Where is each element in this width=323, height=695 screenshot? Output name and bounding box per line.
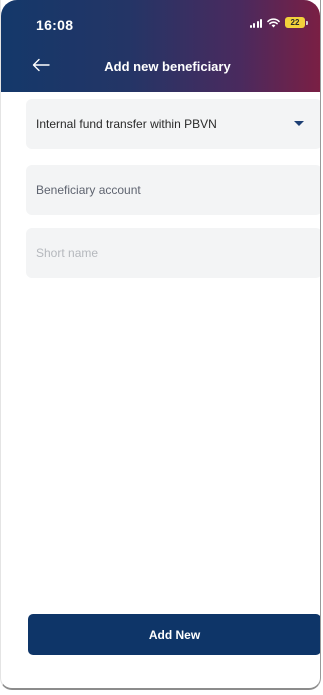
short-name-input[interactable]	[36, 246, 296, 260]
transfer-type-select[interactable]: Internal fund transfer within PBVN	[26, 99, 320, 149]
wifi-icon	[267, 17, 280, 27]
caret-down-icon	[294, 121, 304, 126]
status-time: 16:08	[36, 17, 74, 33]
battery-level: 22	[285, 17, 305, 28]
beneficiary-account-input[interactable]	[36, 183, 296, 197]
app-screen: 16:08 22 Add new beneficiary Internal fu…	[0, 0, 321, 690]
battery-icon: 22	[285, 17, 308, 28]
status-icons: 22	[249, 17, 308, 28]
app-header: 16:08 22 Add new beneficiary	[1, 0, 320, 92]
beneficiary-account-field	[26, 165, 320, 215]
short-name-field	[26, 228, 320, 278]
page-title: Add new beneficiary	[104, 59, 231, 74]
transfer-type-value: Internal fund transfer within PBVN	[36, 117, 217, 131]
signal-icon	[249, 18, 262, 28]
add-new-button[interactable]: Add New	[28, 614, 320, 655]
